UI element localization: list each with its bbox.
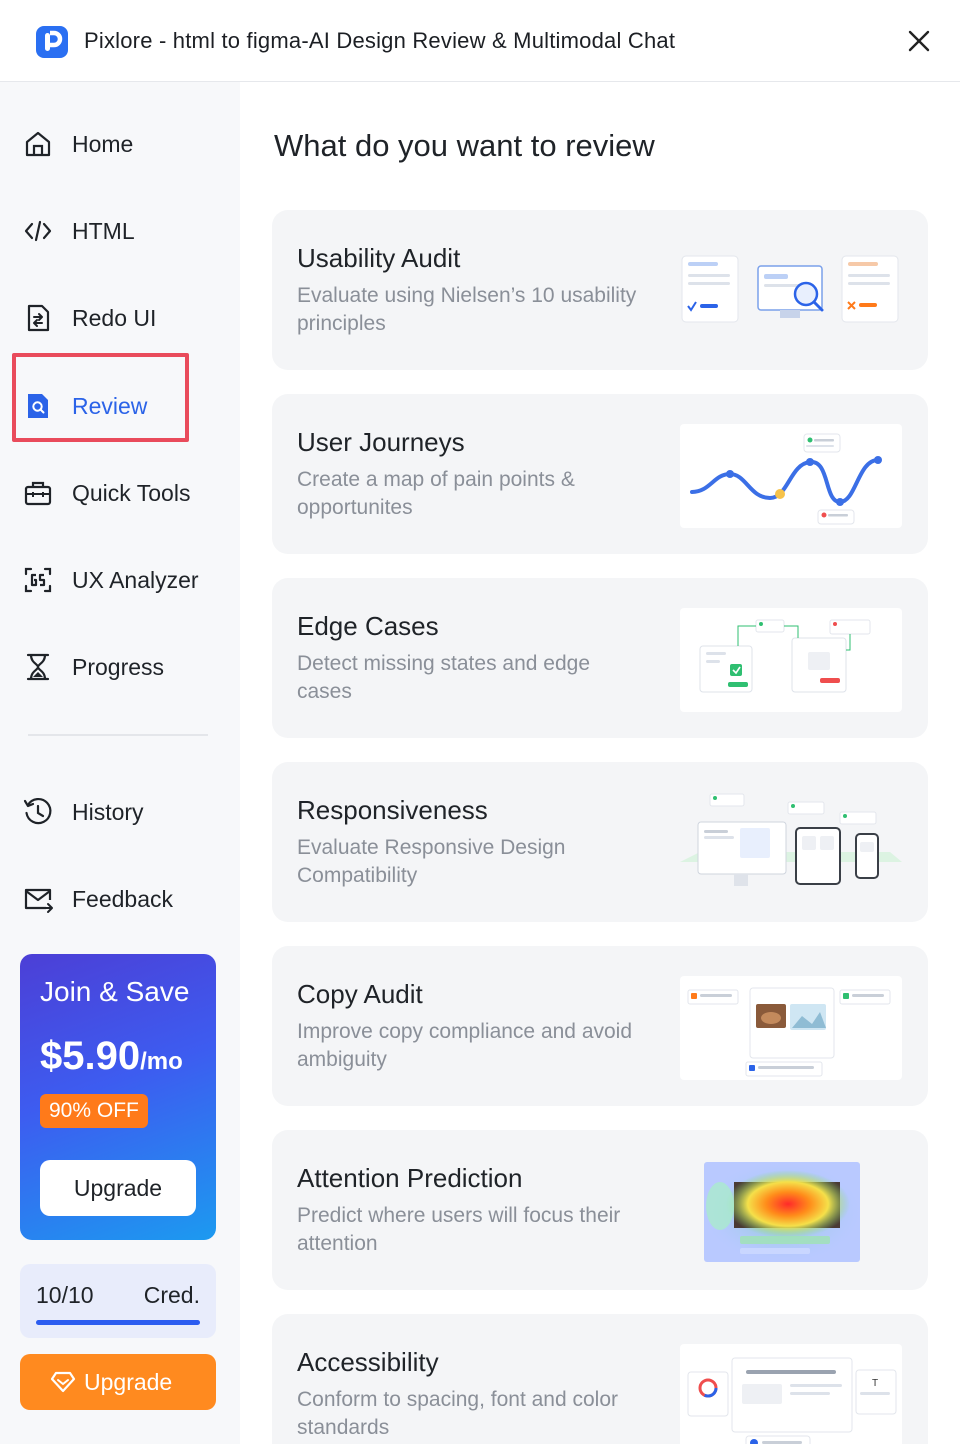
- hourglass-icon: [26, 653, 50, 681]
- review-card-usability-audit[interactable]: Usability Audit Evaluate using Nielsen’s…: [272, 210, 928, 370]
- accessibility-illustration: T: [680, 1344, 902, 1444]
- card-title: Accessibility: [297, 1347, 439, 1377]
- review-card-edge-cases[interactable]: Edge Cases Detect missing states and edg…: [272, 578, 928, 738]
- home-icon: [25, 131, 51, 157]
- sidebar-item-label: Feedback: [72, 886, 174, 912]
- sidebar-item-label: Redo UI: [72, 305, 157, 331]
- card-title: Copy Audit: [297, 979, 423, 1009]
- code-icon: [24, 220, 52, 242]
- window-title: Pixlore - html to figma-AI Design Review…: [84, 28, 676, 53]
- sidebar-item-label: Home: [72, 131, 134, 157]
- heatmap-illustration: [704, 1162, 860, 1262]
- card-description: Improve copy compliance and avoid ambigu…: [297, 1020, 633, 1071]
- edge-cases-illustration: [680, 608, 902, 712]
- card-title: Edge Cases: [297, 611, 439, 641]
- sidebar-item-history[interactable]: History: [22, 786, 222, 834]
- page-title: What do you want to review: [274, 128, 655, 163]
- sidebar-item-label: Quick Tools: [72, 480, 191, 506]
- diamond-icon: [50, 1371, 76, 1393]
- sidebar-item-label: HTML: [72, 218, 135, 244]
- card-title: Usability Audit: [297, 243, 461, 273]
- sidebar-item-review[interactable]: Review: [22, 380, 222, 428]
- upgrade-button[interactable]: Upgrade: [20, 1354, 216, 1410]
- analyzer-icon: [24, 567, 52, 593]
- sidebar-item-quick-tools[interactable]: Quick Tools: [22, 467, 222, 515]
- card-title: Attention Prediction: [297, 1163, 523, 1193]
- sidebar-item-label: Review: [72, 393, 148, 419]
- sidebar-divider: [28, 734, 208, 736]
- title-bar: Pixlore - html to figma-AI Design Review…: [0, 0, 960, 82]
- card-description: Predict where users will focus their att…: [297, 1204, 621, 1255]
- card-title: Responsiveness: [297, 795, 488, 825]
- card-description: Evaluate Responsive Design Compatibility: [297, 836, 566, 887]
- sidebar-item-redo-ui[interactable]: Redo UI: [22, 292, 222, 340]
- close-button[interactable]: [902, 24, 936, 58]
- copy-audit-illustration: [680, 976, 902, 1080]
- sidebar-item-feedback[interactable]: Feedback: [22, 873, 222, 921]
- responsive-devices-illustration: [680, 793, 902, 886]
- card-description: Conform to spacing, font and color stand…: [297, 1388, 619, 1439]
- sidebar-item-ux-analyzer[interactable]: UX Analyzer: [22, 554, 222, 602]
- close-icon: [908, 30, 930, 52]
- promo-card: Join & Save $5.90/mo 90% OFF Upgrade: [20, 954, 216, 1240]
- card-description: Detect missing states and edge cases: [297, 652, 590, 703]
- sidebar-item-progress[interactable]: Progress: [22, 641, 222, 689]
- review-card-responsiveness[interactable]: Responsiveness Evaluate Responsive Desig…: [272, 762, 928, 922]
- user-journey-illustration: [680, 424, 902, 528]
- review-icon: [28, 394, 48, 418]
- card-description: Evaluate using Nielsen’s 10 usability pr…: [297, 284, 637, 335]
- credits-panel: 10/10 Cred.: [20, 1264, 216, 1338]
- credits-label: Cred.: [143, 1282, 200, 1308]
- price-period: /mo: [140, 1048, 183, 1075]
- toolbox-icon: [24, 481, 52, 506]
- price-amount: $5.90: [40, 1034, 141, 1078]
- card-description: Create a map of pain points & opportunit…: [297, 468, 575, 519]
- promo-upgrade-button[interactable]: Upgrade: [40, 1160, 196, 1216]
- sidebar-item-html[interactable]: HTML: [22, 205, 222, 253]
- review-card-accessibility[interactable]: Accessibility Conform to spacing, font a…: [272, 1314, 928, 1444]
- sidebar-item-label: Progress: [72, 654, 165, 680]
- promo-title: Join & Save: [40, 976, 190, 1007]
- review-card-copy-audit[interactable]: Copy Audit Improve copy compliance and a…: [272, 946, 928, 1106]
- history-icon: [23, 798, 52, 825]
- review-card-attention-prediction[interactable]: Attention Prediction Predict where users…: [272, 1130, 928, 1290]
- sidebar-item-label: History: [72, 799, 144, 825]
- upgrade-button-label: Upgrade: [84, 1369, 173, 1395]
- card-title: User Journeys: [297, 427, 465, 457]
- sidebar-item-home[interactable]: Home: [22, 118, 222, 166]
- app-logo: [36, 26, 68, 58]
- promo-price: $5.90/mo: [40, 1034, 183, 1079]
- svg-text:T: T: [872, 1378, 878, 1389]
- credits-count: 10/10: [36, 1282, 94, 1308]
- review-card-user-journeys[interactable]: User Journeys Create a map of pain point…: [272, 394, 928, 554]
- usability-audit-illustration: [681, 255, 899, 323]
- credits-progress-bar: [36, 1320, 200, 1325]
- credits-progress-fill: [36, 1320, 200, 1325]
- mail-icon: [24, 888, 53, 913]
- discount-badge: 90% OFF: [40, 1094, 148, 1128]
- sidebar-item-label: UX Analyzer: [72, 567, 199, 593]
- document-icon: [27, 304, 50, 332]
